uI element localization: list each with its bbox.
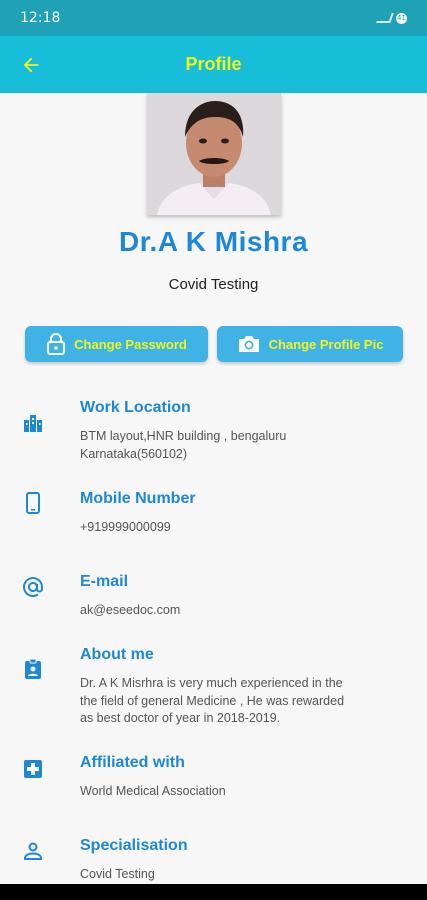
info-value: BTM layout,HNR building , bengaluru Karn… <box>80 428 400 463</box>
info-value-line: Karnataka(560102) <box>80 446 188 461</box>
info-title: E-mail <box>80 573 129 590</box>
app-bar: Profile <box>0 36 427 93</box>
back-button[interactable] <box>18 52 44 78</box>
phone-icon <box>22 492 44 514</box>
info-value-line: BTM layout,HNR building , bengaluru <box>80 429 287 443</box>
change-profile-pic-label: Change Profile Pic <box>268 336 384 352</box>
info-value-line: the field of general Medicine , He was r… <box>80 693 345 708</box>
info-value: ak@eseedoc.com <box>80 603 181 617</box>
battery-level: 41 <box>397 14 406 22</box>
status-icons: 41 <box>376 12 407 24</box>
info-value: +919999000099 <box>80 520 171 534</box>
battery-icon: 41 <box>396 12 407 24</box>
lock-icon <box>47 333 66 355</box>
info-title: Specialisation <box>80 837 188 854</box>
doctor-specialty: Covid Testing <box>168 276 259 293</box>
info-title: Mobile Number <box>80 490 196 507</box>
arrow-left-icon <box>23 57 39 73</box>
profile-photo[interactable] <box>147 93 281 215</box>
badge-icon <box>22 658 44 680</box>
signal-icon <box>376 13 394 23</box>
at-icon <box>22 576 44 598</box>
medical-plus-icon <box>22 758 44 780</box>
status-bar: 12:18 41 <box>0 0 427 36</box>
doctor-name: Dr.A K Mishra <box>118 226 309 257</box>
change-profile-pic-button[interactable]: Change Profile Pic <box>217 326 403 362</box>
info-title: Affiliated with <box>80 754 185 771</box>
info-value-line: as best doctor of year in 2018-2019. <box>80 711 281 725</box>
info-value: Dr. A K Misrhra is very much experienced… <box>80 675 400 728</box>
avatar <box>147 93 281 215</box>
person-icon <box>22 840 44 862</box>
info-value: World Medical Association <box>80 784 226 798</box>
navigation-bar <box>0 884 427 900</box>
info-title: About me <box>80 646 154 663</box>
change-password-button[interactable]: Change Password <box>25 326 208 362</box>
status-time: 12:18 <box>20 10 61 26</box>
building-icon <box>22 412 44 434</box>
page-title: Profile <box>185 54 242 74</box>
camera-icon <box>238 336 259 352</box>
profile-screen: 12:18 41 Profile Dr.A K Mishra Covid Tes… <box>0 0 427 900</box>
change-password-label: Change Password <box>74 336 187 352</box>
info-value: Covid Testing <box>80 867 155 881</box>
info-title: Work Location <box>80 399 191 416</box>
info-value-line: Dr. A K Misrhra is very much experienced… <box>80 676 343 690</box>
